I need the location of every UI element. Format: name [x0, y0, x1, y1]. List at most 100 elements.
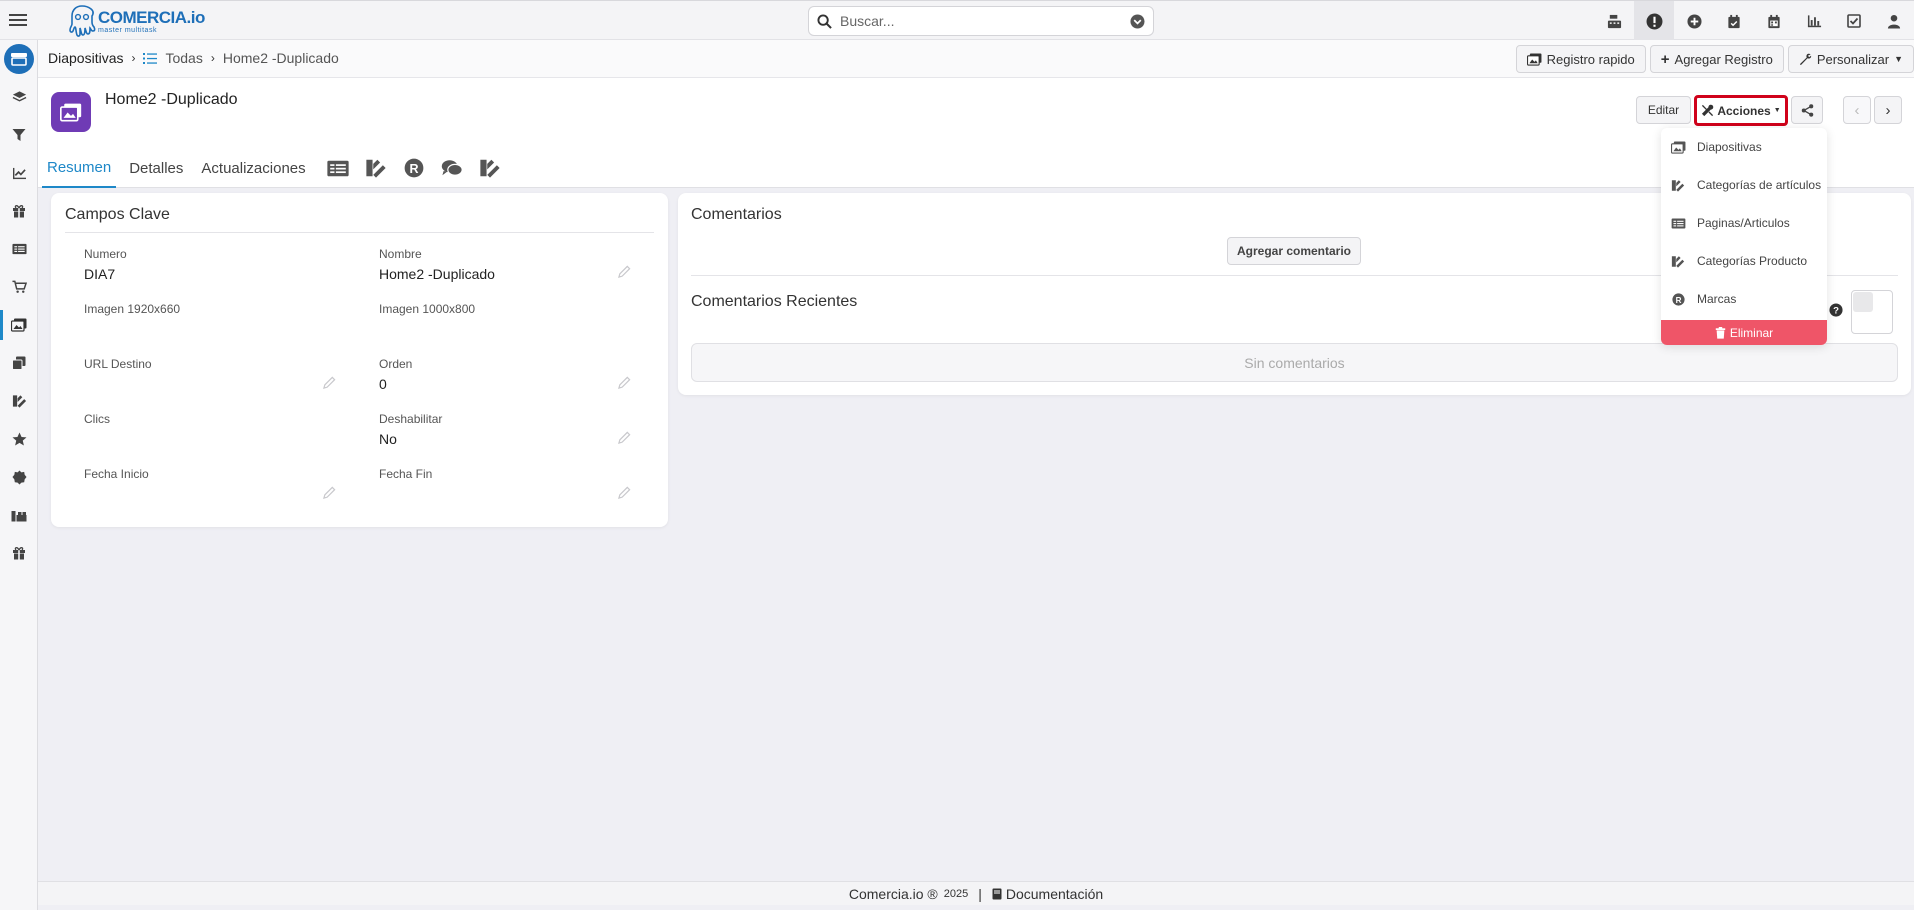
add-comment-button[interactable]: Agregar comentario [1227, 237, 1361, 265]
cash-register-icon[interactable] [1594, 1, 1634, 41]
field-label: Numero [84, 247, 127, 261]
customize-button[interactable]: Personalizar ▼ [1787, 45, 1914, 73]
svg-text:?: ? [1833, 306, 1839, 317]
docs-link[interactable]: Documentación [992, 886, 1103, 902]
add-record-button[interactable]: + Agregar Registro [1649, 45, 1784, 73]
top-bar: COMERCIA.io master multitask [0, 0, 1914, 41]
share-button[interactable] [1791, 96, 1823, 124]
copy-icon[interactable] [0, 344, 38, 382]
breadcrumb-list[interactable]: Todas [143, 50, 203, 66]
global-search[interactable] [808, 6, 1154, 36]
book-icon [992, 888, 1002, 899]
edit-pencil-icon[interactable] [618, 431, 631, 444]
delete-button[interactable]: Eliminar [1661, 320, 1827, 345]
tab-comments-icon[interactable] [433, 148, 471, 188]
quick-register-label: Registro rapido [1546, 51, 1635, 67]
empty-comments-text: Sin comentarios [1244, 354, 1345, 371]
swatch-icon[interactable] [0, 382, 38, 420]
field-label: Fecha Fin [379, 467, 433, 481]
next-record-button[interactable]: › [1874, 96, 1902, 124]
field-url-destino: URL Destino [84, 357, 152, 376]
slides-icon [1526, 52, 1542, 66]
edit-pencil-icon[interactable] [618, 265, 631, 278]
quick-register-button[interactable]: Registro rapido [1515, 45, 1646, 73]
edit-pencil-icon[interactable] [618, 486, 631, 499]
tab-detalles[interactable]: Detalles [124, 148, 188, 188]
chart-line-icon[interactable] [0, 154, 38, 192]
add-circle-icon[interactable] [1674, 1, 1714, 41]
tab-swatch-2-icon[interactable] [471, 148, 509, 188]
trash-icon [1715, 326, 1726, 339]
left-rail [0, 40, 38, 910]
field-label: Fecha Inicio [84, 467, 149, 481]
tab-list-icon[interactable] [319, 148, 357, 188]
gift-icon[interactable] [0, 192, 38, 230]
record-type-icon [51, 92, 91, 132]
star-icon[interactable] [0, 420, 38, 458]
top-actions [1594, 1, 1914, 41]
actions-button[interactable]: Acciones ▼ [1694, 95, 1788, 126]
chevron-right-icon: › [210, 51, 215, 65]
footer-separator: | [978, 885, 982, 902]
octopus-logo-icon [69, 5, 96, 37]
record-header: Home2 -Duplicado Resumen Detalles Actual… [38, 78, 1914, 188]
menu-item-categorias-articulos[interactable]: Categorías de artículos [1661, 166, 1827, 204]
slides-icon[interactable] [0, 306, 38, 344]
brand-logo[interactable]: COMERCIA.io master multitask [68, 3, 205, 39]
tab-registered-icon[interactable]: R [395, 148, 433, 188]
field-numero: Numero DIA7 [84, 247, 127, 282]
user-icon[interactable] [1874, 1, 1914, 41]
menu-item-label: Diapositivas [1697, 140, 1762, 154]
edit-button[interactable]: Editar [1636, 96, 1691, 124]
chevron-down-circle-icon[interactable] [1130, 13, 1145, 29]
list-alt-icon[interactable] [0, 230, 38, 268]
breadcrumb-module[interactable]: Diapositivas [48, 50, 123, 66]
brand-name: COMERCIA.io [98, 7, 205, 27]
chevron-right-icon: › [131, 51, 136, 65]
menu-item-paginas-articulos[interactable]: Paginas/Articulos [1661, 204, 1827, 242]
tab-swatch-icon[interactable] [357, 148, 395, 188]
caret-down-icon: ▼ [1773, 107, 1781, 114]
actions-label: Acciones [1717, 103, 1771, 118]
field-label: Orden [379, 357, 413, 371]
store-home-icon[interactable] [4, 44, 34, 74]
toggle-switch[interactable] [1851, 290, 1893, 334]
add-comment-label: Agregar comentario [1236, 244, 1352, 258]
field-clics: Clics [84, 412, 110, 431]
search-input[interactable] [840, 13, 1130, 29]
edit-pencil-icon[interactable] [323, 376, 336, 389]
chart-bar-icon[interactable] [1794, 1, 1834, 41]
footer-year: 2025 [943, 887, 969, 900]
cart-add-icon[interactable] [0, 268, 38, 306]
tab-actualizaciones[interactable]: Actualizaciones [196, 148, 310, 188]
docs-label: Documentación [1005, 885, 1104, 902]
help-icon[interactable]: ? [1829, 303, 1843, 317]
filter-icon[interactable] [0, 116, 38, 154]
gift-box-icon[interactable] [0, 534, 38, 572]
svg-text:R: R [1675, 295, 1681, 304]
menu-item-diapositivas[interactable]: Diapositivas [1661, 128, 1827, 166]
field-label: Deshabilitar [379, 412, 443, 426]
field-label: Nombre [379, 247, 422, 261]
checkbox-icon[interactable] [1834, 1, 1874, 41]
edit-pencil-icon[interactable] [618, 376, 631, 389]
field-fecha-inicio: Fecha Inicio [84, 467, 149, 486]
alert-icon[interactable] [1634, 1, 1674, 41]
toggle-knob [1853, 292, 1873, 312]
menu-icon[interactable] [9, 11, 27, 29]
tab-resumen[interactable]: Resumen [42, 148, 117, 188]
previous-record-button[interactable]: ‹ [1843, 96, 1871, 124]
field-imagen-1920: Imagen 1920x660 [84, 302, 180, 321]
badge-icon[interactable] [0, 458, 38, 496]
menu-item-categorias-producto[interactable]: Categorías Producto [1661, 242, 1827, 280]
warehouse-icon[interactable] [0, 496, 38, 534]
field-fecha-fin: Fecha Fin [379, 467, 432, 486]
breadcrumb-list-label: Todas [165, 50, 203, 66]
menu-item-marcas[interactable]: R Marcas [1661, 280, 1827, 318]
edit-pencil-icon[interactable] [323, 486, 336, 499]
plus-icon: + [1660, 50, 1670, 68]
layers-icon[interactable] [0, 78, 38, 116]
calendar-icon[interactable] [1754, 1, 1794, 41]
calendar-check-icon[interactable] [1714, 1, 1754, 41]
field-value: DIA7 [84, 266, 116, 282]
